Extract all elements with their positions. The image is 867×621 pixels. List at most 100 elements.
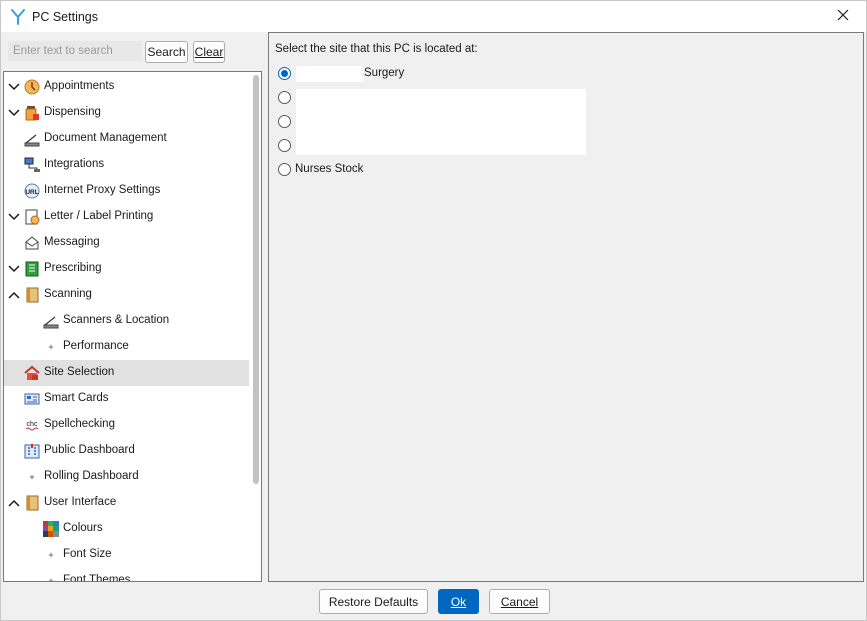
tree-item-public-dashboard[interactable]: Public Dashboard [4, 438, 249, 464]
site-option-surgery[interactable]: Surgery [278, 64, 404, 82]
clock-icon [24, 79, 40, 95]
close-icon [837, 9, 849, 24]
clear-button-label: Clear [194, 45, 224, 59]
site-option-2[interactable] [278, 88, 291, 106]
tree-item-label: Document Management [44, 132, 167, 144]
book-icon [24, 287, 40, 303]
tree-item-rolling-dashboard[interactable]: Rolling Dashboard [4, 464, 249, 490]
radio-button[interactable] [278, 90, 291, 104]
tree-item-scanning[interactable]: Scanning [4, 282, 249, 308]
tree-item-prescribing[interactable]: Prescribing [4, 256, 249, 282]
radio-button[interactable] [278, 162, 291, 176]
smart-card-icon [24, 391, 40, 407]
settings-tree[interactable]: Appointments Dispensing Document Managem… [3, 71, 262, 582]
svg-text:chc: chc [27, 421, 38, 428]
tree-scrollbar[interactable] [250, 72, 261, 581]
tree-item-user-interface[interactable]: User Interface [4, 490, 249, 516]
restore-defaults-button[interactable]: Restore Defaults [319, 589, 428, 614]
url-icon: URL [24, 183, 40, 199]
tree-item-integrations[interactable]: Integrations [4, 152, 249, 178]
tree-item-smart-cards[interactable]: Smart Cards [4, 386, 249, 412]
redacted-site-name [296, 66, 363, 82]
letter-icon [24, 209, 40, 225]
tree-item-label: Messaging [44, 236, 100, 248]
site-option-label: Nurses Stock [295, 163, 364, 175]
search-row: Search Clear [8, 41, 225, 63]
pc-settings-window: PC Settings Search Clear Appointments Di… [0, 0, 867, 621]
site-option-3[interactable] [278, 112, 291, 130]
cancel-button[interactable]: Cancel [489, 589, 550, 614]
tree-item-label: Performance [63, 340, 129, 352]
building-icon [24, 443, 40, 459]
tree-item-label: Smart Cards [44, 392, 109, 404]
tree-item-label: Spellchecking [44, 418, 115, 430]
site-option-label: Surgery [364, 67, 405, 79]
sparkle-icon [43, 547, 59, 563]
chevron-down-icon[interactable] [7, 80, 21, 94]
scanner-icon [24, 131, 40, 147]
sparkle-icon [43, 339, 59, 355]
window-title: PC Settings [32, 9, 99, 24]
house-icon [24, 365, 40, 381]
chevron-down-icon[interactable] [7, 210, 21, 224]
radio-button-checked[interactable] [278, 66, 291, 80]
tree-item-document-management[interactable]: Document Management [4, 126, 249, 152]
search-button[interactable]: Search [145, 41, 188, 63]
tree-item-spellchecking[interactable]: chc Spellchecking [4, 412, 249, 438]
tree-item-letter-label-printing[interactable]: Letter / Label Printing [4, 204, 249, 230]
tree-item-label: Letter / Label Printing [44, 210, 154, 222]
tree-item-site-selection[interactable]: Site Selection [4, 360, 249, 386]
tree-item-scanners-location[interactable]: Scanners & Location [4, 308, 249, 334]
site-selection-panel: Select the site that this PC is located … [268, 32, 864, 582]
site-option-4[interactable] [278, 136, 291, 154]
ok-label: Ok [450, 594, 467, 609]
book-icon [24, 495, 40, 511]
pill-bottle-icon [24, 105, 40, 121]
tree-item-label: Dispensing [44, 106, 101, 118]
tree-item-label: Scanners & Location [63, 314, 170, 326]
spellcheck-icon: chc [24, 417, 40, 433]
chevron-up-icon[interactable] [7, 496, 21, 510]
tree-item-label: Internet Proxy Settings [44, 184, 161, 196]
redacted-site-list [296, 89, 586, 155]
search-input[interactable] [8, 41, 142, 61]
radio-button[interactable] [278, 114, 291, 128]
tree-item-dispensing[interactable]: Dispensing [4, 100, 249, 126]
tree-item-internet-proxy-settings[interactable]: URL Internet Proxy Settings [4, 178, 249, 204]
chevron-up-icon[interactable] [7, 288, 21, 302]
clear-button[interactable]: Clear [193, 41, 225, 63]
tree-item-messaging[interactable]: Messaging [4, 230, 249, 256]
tree-item-appointments[interactable]: Appointments [4, 74, 249, 100]
tree-item-label: Public Dashboard [44, 444, 135, 456]
messaging-icon [24, 235, 40, 251]
sparkle-icon [24, 469, 40, 485]
title-bar: PC Settings [1, 1, 866, 32]
tree-item-label: User Interface [44, 496, 117, 508]
sparkle-icon [43, 573, 59, 581]
close-button[interactable] [820, 1, 866, 32]
tree-item-label: Integrations [44, 158, 105, 170]
site-selection-heading: Select the site that this PC is located … [275, 43, 478, 55]
prescription-icon [24, 261, 40, 277]
radio-button[interactable] [278, 138, 291, 152]
tree-item-colours[interactable]: Colours [4, 516, 249, 542]
ok-button[interactable]: Ok [438, 589, 479, 614]
tree-item-performance[interactable]: Performance [4, 334, 249, 360]
scanner-icon [43, 313, 59, 329]
tree-item-font-themes[interactable]: Font Themes [4, 568, 249, 582]
restore-defaults-label: Restore Defaults [328, 594, 419, 609]
chevron-down-icon[interactable] [7, 106, 21, 120]
app-logo-icon [11, 8, 25, 25]
cancel-label: Cancel [500, 594, 539, 609]
network-icon [24, 157, 40, 173]
site-option-nurses-stock[interactable]: Nurses Stock [278, 160, 363, 178]
svg-text:URL: URL [25, 189, 38, 196]
tree-item-label: Site Selection [44, 366, 115, 378]
search-button-label: Search [147, 45, 186, 59]
tree-item-label: Font Themes [63, 574, 131, 582]
chevron-down-icon[interactable] [7, 262, 21, 276]
tree-item-label: Font Size [63, 548, 112, 560]
tree-item-font-size[interactable]: Font Size [4, 542, 249, 568]
tree-item-label: Colours [63, 522, 103, 534]
tree-scroll-thumb[interactable] [253, 75, 259, 484]
